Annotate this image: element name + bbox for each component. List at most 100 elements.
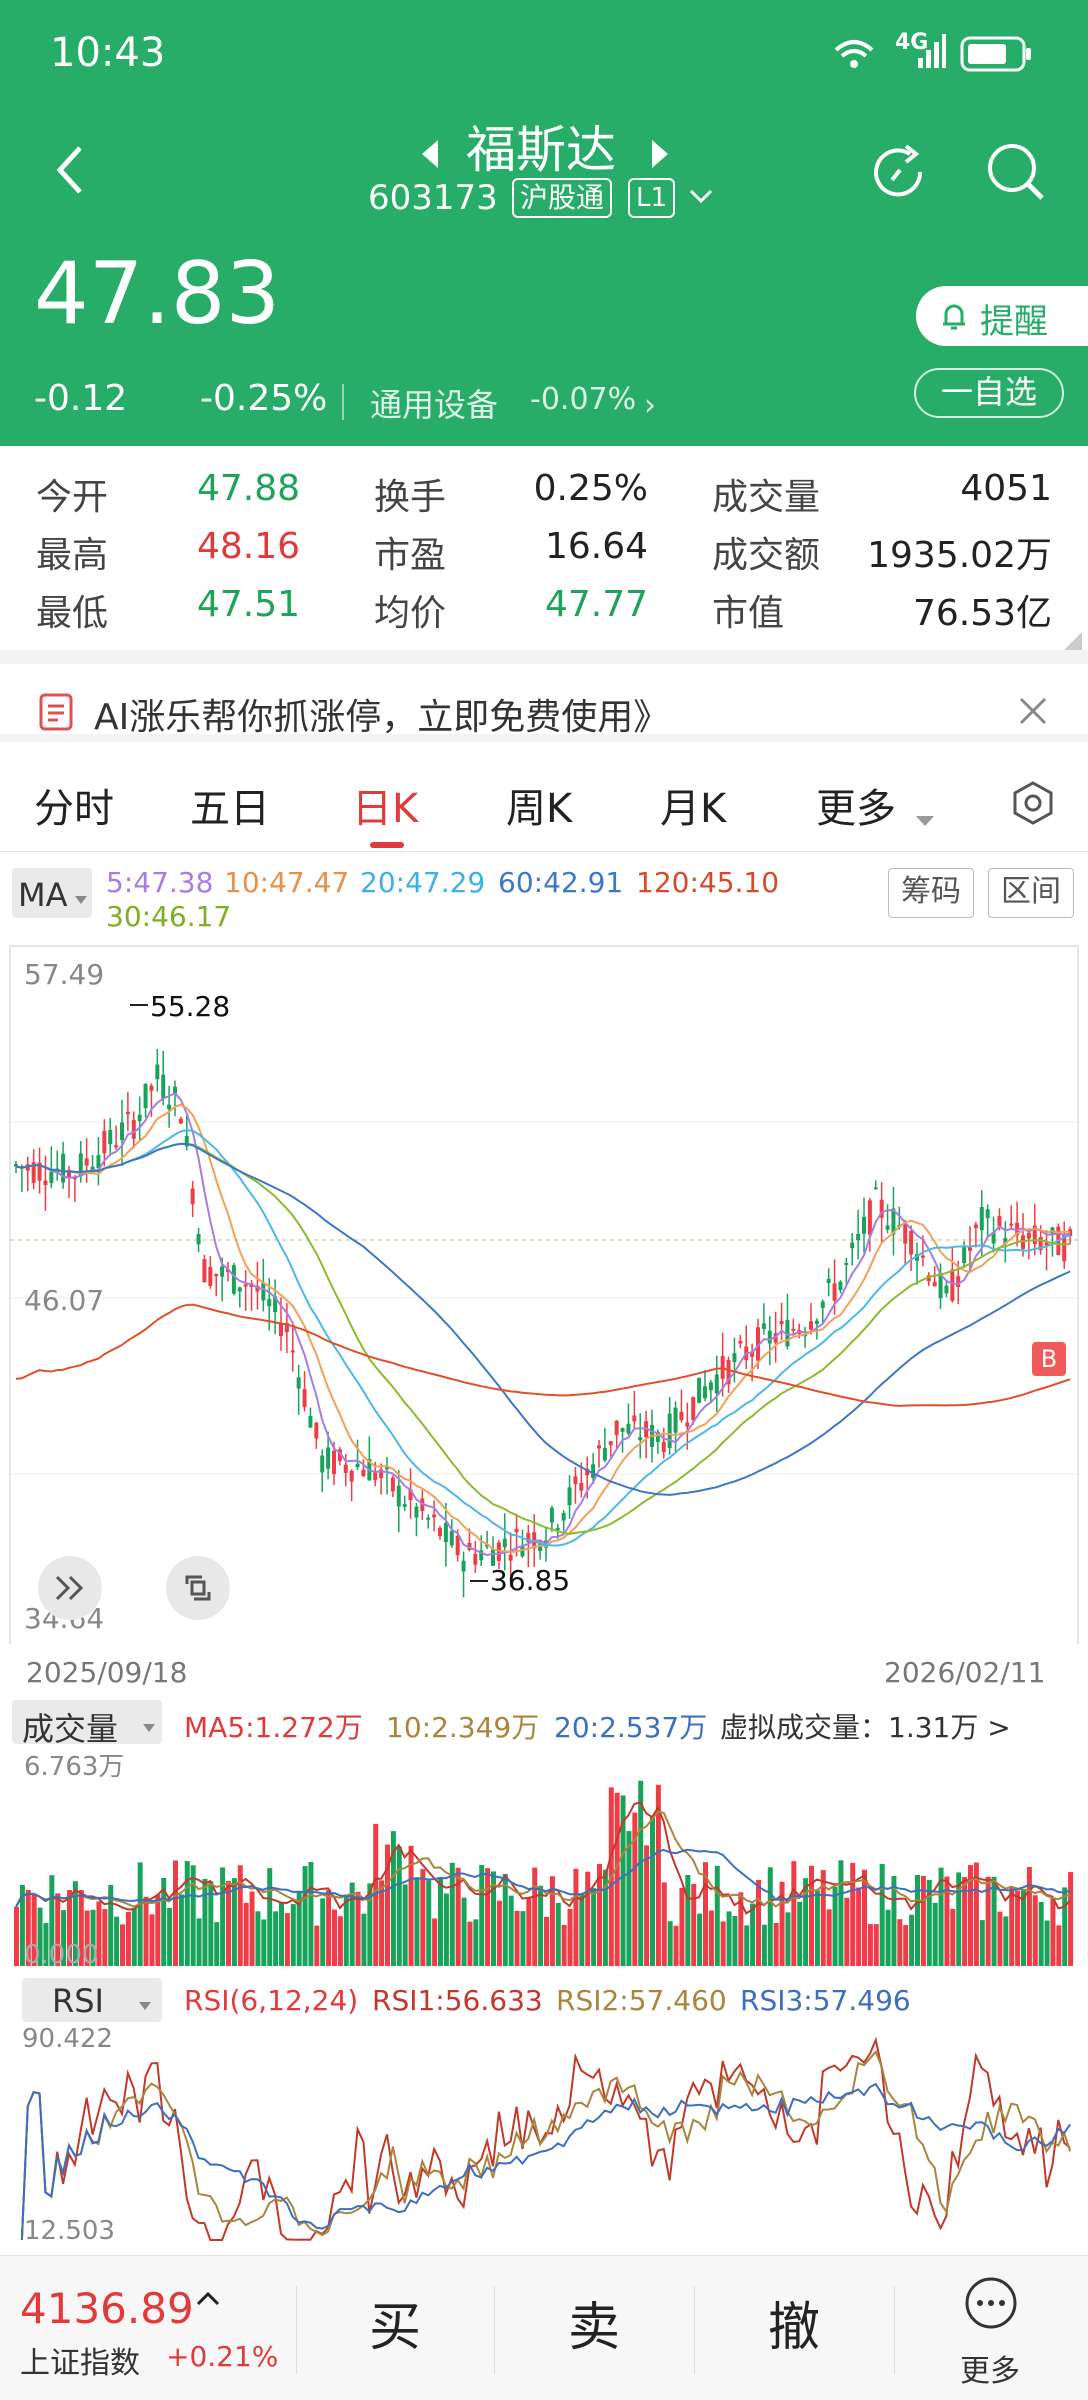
divider xyxy=(0,650,1088,664)
stat-marketcap: 76.53亿 xyxy=(912,593,1052,634)
candle-body xyxy=(396,1485,401,1507)
stock-name: 福斯达 xyxy=(466,121,616,179)
candle-body xyxy=(161,1074,166,1099)
volume-bar xyxy=(844,1897,850,1966)
candle-body xyxy=(355,1463,360,1468)
volume-bar xyxy=(314,1925,320,1966)
candle-body xyxy=(626,1423,631,1434)
buy-marker[interactable]: B xyxy=(1032,1342,1066,1376)
caret-down-icon[interactable] xyxy=(914,792,936,838)
candle-body xyxy=(862,1216,866,1234)
rsi2-value: RSI2:57.460 xyxy=(556,1984,727,2017)
candle-body xyxy=(237,1287,242,1292)
candle-body xyxy=(196,1233,201,1245)
candle-body xyxy=(320,1455,325,1473)
volume-bar xyxy=(438,1877,443,1966)
index-pct: +0.21% xyxy=(166,2340,279,2373)
volume-bar xyxy=(691,1883,697,1966)
candle-body xyxy=(390,1477,395,1492)
more-button[interactable]: 更多 xyxy=(894,2256,1088,2400)
volume-bar xyxy=(732,1915,738,1966)
expand-chart-button[interactable] xyxy=(38,1556,102,1620)
banner-text: AI涨乐帮你抓涨停，立即免费使用》 xyxy=(94,697,670,738)
settings-icon[interactable] xyxy=(1010,780,1056,836)
volume-bar xyxy=(1056,1925,1062,1966)
alert-button[interactable]: 提醒 xyxy=(916,286,1088,346)
tab-more[interactable]: 更多 xyxy=(816,776,896,834)
buy-button[interactable]: 买 xyxy=(296,2256,494,2400)
period-tabs: 分时 五日 日K 周K 月K 更多 xyxy=(0,742,1088,852)
refresh-icon[interactable] xyxy=(866,140,930,208)
chevron-right-icon[interactable]: › xyxy=(644,388,656,423)
candle-body xyxy=(1026,1232,1031,1239)
low-label: 36.85 xyxy=(490,1564,571,1597)
ai-banner[interactable]: AI涨乐帮你抓涨停，立即免费使用》 xyxy=(0,664,1088,742)
rsi-y-bottom: 12.503 xyxy=(24,2216,115,2246)
volume-bar xyxy=(915,1874,920,1966)
chevron-down-icon[interactable] xyxy=(688,188,714,210)
tab-weekly-k[interactable]: 周K xyxy=(506,776,572,834)
volume-bar xyxy=(508,1895,514,1966)
rsi2-line xyxy=(20,2049,1072,2241)
tab-daily-k[interactable]: 日K xyxy=(352,776,418,834)
low-marker-line xyxy=(470,1580,488,1582)
volume-bar xyxy=(155,1894,161,1966)
range-button[interactable]: 区间 xyxy=(988,868,1074,918)
tab-intraday[interactable]: 分时 xyxy=(34,776,114,834)
volume-bar xyxy=(178,1894,184,1966)
volume-bar xyxy=(950,1908,956,1966)
volume-bar xyxy=(667,1921,673,1966)
volume-bar xyxy=(750,1903,756,1966)
index-value: 4136.89 xyxy=(20,2284,194,2333)
cancel-order-button[interactable]: 撤 xyxy=(694,2256,894,2400)
volume-bar xyxy=(838,1860,844,1966)
candle-body xyxy=(149,1085,154,1091)
volume-bar xyxy=(402,1884,408,1966)
caret-down-icon xyxy=(138,1996,152,2015)
document-icon xyxy=(38,692,74,736)
candle-body xyxy=(814,1320,819,1324)
candle-body xyxy=(732,1353,737,1363)
sector-name[interactable]: 通用设备 xyxy=(370,380,498,426)
fullscreen-button[interactable] xyxy=(166,1556,230,1620)
volume-bar xyxy=(173,1860,178,1966)
stat-label: 市盈 xyxy=(374,535,447,576)
back-icon[interactable] xyxy=(50,140,90,204)
volume-bar xyxy=(420,1869,426,1966)
chips-button[interactable]: 筹码 xyxy=(888,868,974,918)
candle-body xyxy=(838,1281,843,1291)
ma-selector[interactable]: MA xyxy=(12,868,92,918)
index-widget[interactable]: 4136.89 上证指数 +0.21% xyxy=(20,2284,280,2384)
volume-bar xyxy=(396,1846,402,1966)
candle-body xyxy=(844,1262,849,1265)
volume-bar xyxy=(544,1916,549,1966)
candle-body xyxy=(985,1209,990,1219)
volume-selector[interactable]: 成交量 xyxy=(12,1700,162,1748)
volume-bar xyxy=(137,1862,143,1966)
rsi-selector[interactable]: RSI xyxy=(22,1978,162,2022)
volume-bar xyxy=(320,1898,326,1966)
volume-bar xyxy=(826,1909,832,1966)
prev-stock-icon[interactable] xyxy=(418,138,442,174)
add-favorite-button[interactable]: 一自选 xyxy=(914,368,1064,418)
volume-bar xyxy=(879,1863,885,1966)
sector-pct[interactable]: -0.07% xyxy=(530,382,636,417)
kline-chart[interactable] xyxy=(0,944,1088,1644)
candle-body xyxy=(832,1283,837,1301)
sell-button[interactable]: 卖 xyxy=(494,2256,694,2400)
volume-bar xyxy=(149,1914,155,1966)
candle-body xyxy=(979,1206,984,1231)
tab-five-day[interactable]: 五日 xyxy=(190,776,270,834)
volume-bar xyxy=(814,1890,820,1966)
search-icon[interactable] xyxy=(984,140,1048,208)
volume-bar xyxy=(1003,1916,1009,1966)
candle-body xyxy=(738,1340,743,1344)
volume-bar xyxy=(202,1878,208,1966)
close-icon[interactable] xyxy=(1018,696,1048,730)
volume-bar xyxy=(273,1911,279,1966)
next-stock-icon[interactable] xyxy=(648,138,672,174)
candle-body xyxy=(579,1483,584,1491)
volume-bar xyxy=(267,1868,273,1966)
tab-monthly-k[interactable]: 月K xyxy=(660,776,726,834)
candle-body xyxy=(349,1470,354,1482)
